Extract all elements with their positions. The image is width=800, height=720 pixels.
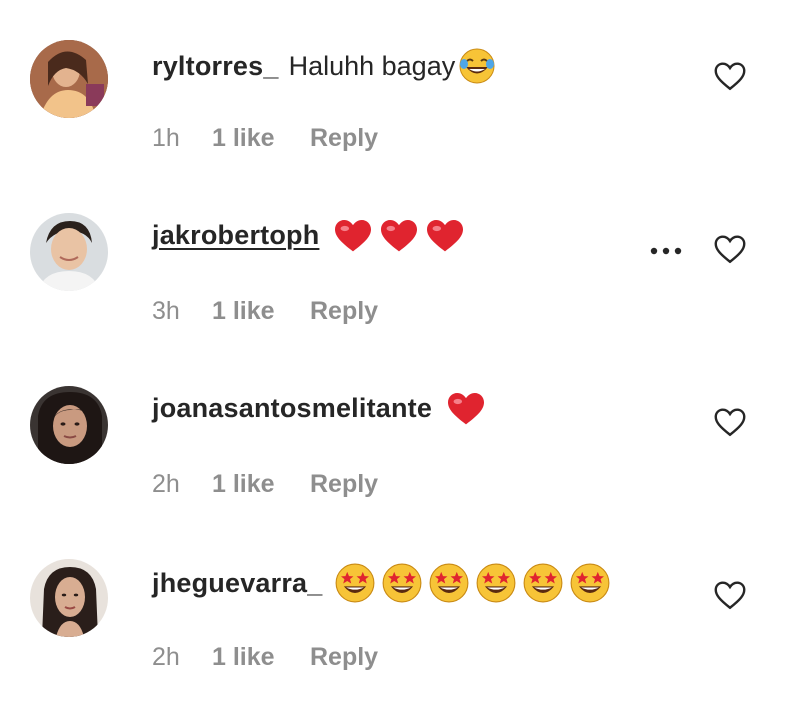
reply-button[interactable]: Reply [310, 124, 378, 153]
comment-text: Haluhh bagay [288, 50, 456, 81]
avatar[interactable] [30, 213, 108, 291]
avatar[interactable] [30, 40, 108, 118]
comment-meta: 3h 1 like Reply [152, 297, 378, 326]
star-struck-icon [382, 563, 422, 603]
red-heart-icon [379, 217, 419, 253]
comment-username[interactable]: ryltorres_ [152, 51, 279, 82]
reply-button[interactable]: Reply [310, 643, 378, 672]
comment-likes[interactable]: 1 like [212, 470, 310, 499]
star-struck-icon [476, 563, 516, 603]
comment-item: jheguevarra_ 2h 1 like Reply [0, 519, 800, 689]
star-struck-icon [429, 563, 469, 603]
star-struck-icon [523, 563, 563, 603]
comment-item: joanasantosmelitante 2h 1 like Reply [0, 346, 800, 516]
red-heart-icon [333, 217, 373, 253]
star-struck-icon [335, 563, 375, 603]
heart-outline-icon[interactable] [712, 404, 748, 440]
comment-meta: 1h 1 like Reply [152, 124, 378, 153]
comment-likes[interactable]: 1 like [212, 297, 310, 326]
star-struck-icon [570, 563, 610, 603]
comment-username[interactable]: jakrobertoph [152, 220, 319, 251]
avatar[interactable] [30, 386, 108, 464]
comment-likes[interactable]: 1 like [212, 643, 310, 672]
avatar[interactable] [30, 559, 108, 637]
comment-meta: 2h 1 like Reply [152, 470, 378, 499]
red-heart-icon [446, 390, 486, 426]
comment-time[interactable]: 2h [152, 470, 212, 499]
reply-button[interactable]: Reply [310, 297, 378, 326]
reply-button[interactable]: Reply [310, 470, 378, 499]
comment-time[interactable]: 3h [152, 297, 212, 326]
comment-likes[interactable]: 1 like [212, 124, 310, 153]
comment-item: jakrobertoph 3h 1 like Reply [0, 173, 800, 343]
heart-outline-icon[interactable] [712, 58, 748, 94]
comment-username[interactable]: joanasantosmelitante [152, 393, 432, 424]
comment-time[interactable]: 2h [152, 643, 212, 672]
face-with-tears-of-joy-icon [459, 48, 495, 84]
heart-outline-icon[interactable] [712, 231, 748, 267]
heart-outline-icon[interactable] [712, 577, 748, 613]
comment-time[interactable]: 1h [152, 124, 212, 153]
more-options-icon[interactable] [648, 241, 688, 261]
comment-meta: 2h 1 like Reply [152, 643, 378, 672]
comment-item: ryltorres_ Haluhh bagay 1h 1 like Reply [0, 0, 800, 170]
red-heart-icon [425, 217, 465, 253]
comment-username[interactable]: jheguevarra_ [152, 568, 323, 599]
